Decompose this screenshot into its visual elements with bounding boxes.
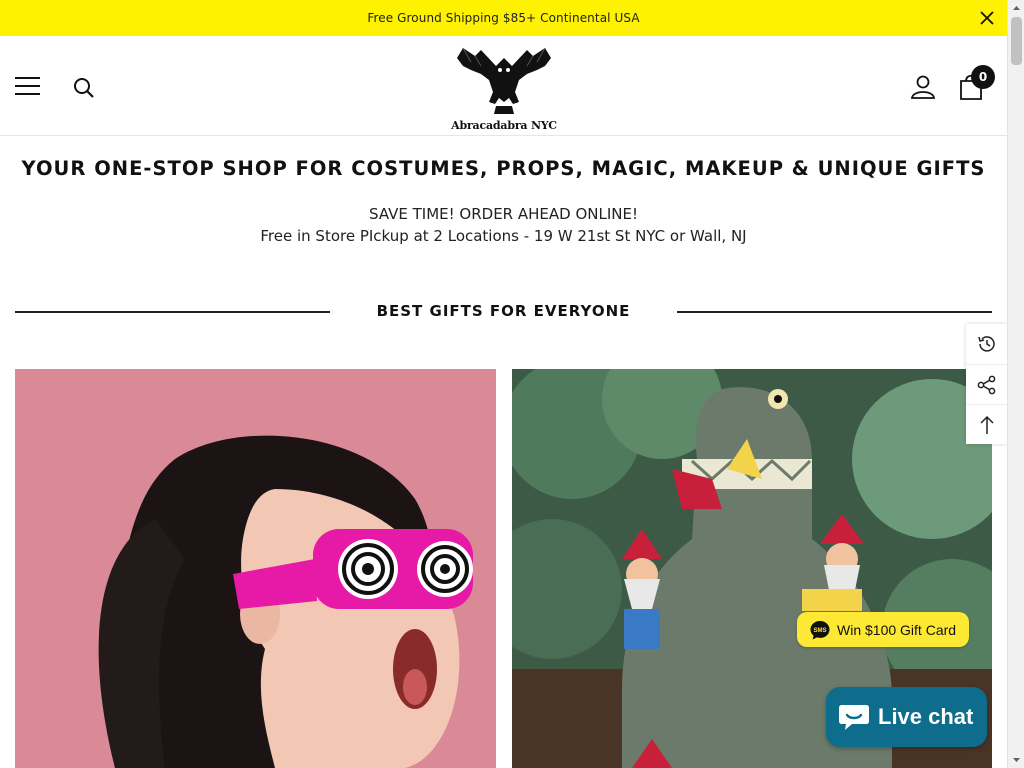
gargoyle-logo-icon	[457, 47, 551, 114]
logo-text: Abracadabra NYC	[451, 119, 557, 132]
divider-left	[15, 311, 330, 313]
site-header: Abracadabra NYC 0	[0, 36, 1007, 136]
woman-with-pink-hypno-glasses-photo	[15, 369, 496, 768]
arrow-up-icon[interactable]	[966, 404, 1007, 444]
hamburger-menu-icon[interactable]	[15, 77, 40, 96]
share-icon[interactable]	[966, 364, 1007, 404]
live-chat-button[interactable]: Live chat	[826, 687, 987, 747]
scrollbar-thumb[interactable]	[1011, 17, 1022, 65]
live-chat-label: Live chat	[878, 704, 974, 729]
sms-label: Win $100 Gift Card	[837, 621, 957, 638]
order-ahead-text: SAVE TIME! ORDER AHEAD ONLINE!	[369, 205, 638, 223]
scroll-up-arrow-icon[interactable]	[1008, 0, 1024, 16]
close-icon[interactable]	[977, 8, 997, 28]
page-scrollbar[interactable]	[1007, 0, 1024, 768]
recently-viewed-icon[interactable]	[966, 324, 1007, 364]
sms-chat-icon: SMS	[810, 620, 830, 639]
cart-count-badge: 0	[971, 65, 995, 89]
site-logo[interactable]: Abracadabra NYC	[451, 44, 557, 134]
user-icon[interactable]	[910, 74, 936, 100]
sms-gift-card-button[interactable]: SMS Win $100 Gift Card	[797, 612, 969, 647]
side-toolbar	[966, 324, 1007, 444]
announcement-text: Free Ground Shipping $85+ Continental US…	[367, 11, 640, 25]
chat-bubble-icon	[839, 705, 869, 730]
product-card-hypno-glasses[interactable]	[15, 369, 496, 768]
announcement-bar: Free Ground Shipping $85+ Continental US…	[0, 0, 1007, 36]
search-icon[interactable]	[72, 76, 96, 100]
scroll-down-arrow-icon[interactable]	[1008, 752, 1024, 768]
page: Free Ground Shipping $85+ Continental US…	[0, 0, 1007, 768]
divider-right	[677, 311, 992, 313]
page-tagline: YOUR ONE-STOP SHOP FOR COSTUMES, PROPS, …	[21, 157, 986, 180]
pickup-locations-text: Free in Store PIckup at 2 Locations - 19…	[260, 227, 747, 245]
section-title: BEST GIFTS FOR EVERYONE	[376, 302, 631, 320]
svg-text:SMS: SMS	[813, 628, 826, 634]
